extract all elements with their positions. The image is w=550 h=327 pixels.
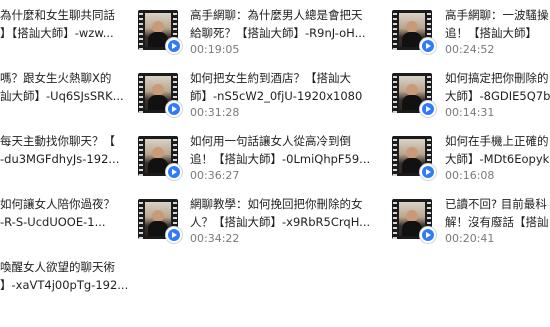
play-badge-icon [419,37,437,55]
file-info: 已讀不回? 目前最科 解！沒有廢話【搭訕 00:20:41 [445,195,549,247]
file-duration: 00:19:05 [190,43,240,56]
file-duration: 00:36:27 [190,169,240,182]
file-title-line1: 如何在手機上正確的 [445,134,549,148]
file-info: 如何用一句話讓女人從高冷到倒 追！【搭訕大師】-0LmiQhpF59... 00… [190,132,370,184]
file-title-line1: 為什麼和女生聊共同話 [0,8,115,22]
video-thumbnail [392,136,437,182]
play-badge-icon [419,100,437,118]
video-thumbnail [392,10,437,56]
video-file-item[interactable]: 為什麼和女生聊共同話 】【搭訕大師】-wzw... [0,6,135,64]
file-info: 喚醒女人欲望的聊天術 】-xaVT4j00pTg-192... [0,258,128,294]
video-thumbnail [138,73,183,119]
video-thumbnail [138,10,183,56]
file-title-line1: 高手網聊：為什麼男人總是會把天 [190,8,363,22]
video-file-item[interactable]: 網聊教學：如何挽回把你刪除的女 人？【搭訕大師】-x9RbR5CrqH... 0… [138,195,378,253]
file-title-line1: 每天主動找你聊天？【 [0,134,115,148]
file-info: 網聊教學：如何挽回把你刪除的女 人？【搭訕大師】-x9RbR5CrqH... 0… [190,195,370,247]
video-file-item[interactable]: 喚醒女人欲望的聊天術 】-xaVT4j00pTg-192... [0,258,135,316]
file-title-line2: -R-S-UcdUOOE-1... [0,215,106,229]
video-thumbnail [392,73,437,119]
video-file-item[interactable]: 已讀不回? 目前最科 解！沒有廢話【搭訕 00:20:41 [392,195,550,253]
file-info: 每天主動找你聊天？【 -du3MGFdhyJs-192... [0,132,119,168]
file-title-line1: 已讀不回? 目前最科 [445,197,547,211]
file-info: 高手網聊：一波騷操 追！【搭訕大師】 00:24:52 [445,6,549,58]
play-badge-icon [419,163,437,181]
file-info: 為什麼和女生聊共同話 】【搭訕大師】-wzw... [0,6,115,42]
file-title-line1: 如何搞定把你刪除的 [445,71,549,85]
video-file-item[interactable]: 如何搞定把你刪除的 大師】-8GDIE5Q7b 00:14:31 [392,69,550,127]
play-badge-icon [165,37,183,55]
file-title-line2: 】【搭訕大師】-wzw... [0,26,114,40]
video-file-item[interactable]: 每天主動找你聊天？【 -du3MGFdhyJs-192... [0,132,135,190]
file-title-line2: 人？【搭訕大師】-x9RbR5CrqH... [190,215,371,229]
video-thumbnail [392,199,437,245]
file-info: 如何在手機上正確的 大師】-MDt6Eopyk 00:16:08 [445,132,549,184]
video-file-item[interactable]: 高手網聊：一波騷操 追！【搭訕大師】 00:24:52 [392,6,550,64]
file-title-line1: 如何用一句話讓女人從高冷到倒 [190,134,351,148]
file-title-line2: 大師】-8GDIE5Q7b [445,89,550,103]
file-title-line2: 解！沒有廢話【搭訕 [445,215,549,229]
file-title-line2: 追！【搭訕大師】 [445,26,537,40]
file-title-line2: 】-xaVT4j00pTg-192... [0,278,129,292]
file-title-line2: 追！【搭訕大師】-0LmiQhpF59... [190,152,371,166]
file-title-line1: 網聊教學：如何挽回把你刪除的女 [190,197,363,211]
video-thumbnail [138,136,183,182]
file-info: 嗎？跟女生火熱聊X的 訕大師】-Uq6SJsSRK... [0,69,124,105]
play-badge-icon [165,100,183,118]
video-file-item[interactable]: 如何把女生約到酒店？【搭訕大 師】-nS5cW2_0fjU-1920x1080 … [138,69,378,127]
file-title-line1: 嗎？跟女生火熱聊X的 [0,71,112,85]
video-thumbnail [138,199,183,245]
play-badge-icon [419,226,437,244]
file-duration: 00:34:22 [190,232,240,245]
file-title-line2: 給聊死？【搭訕大師】-R9nJ-oH... [190,26,366,40]
video-file-item[interactable]: 如何讓女人陪你過夜？ -R-S-UcdUOOE-1... [0,195,135,253]
file-title-line1: 喚醒女人欲望的聊天術 [0,260,115,274]
file-title-line2: 大師】-MDt6Eopyk [445,152,550,166]
file-title-line2: -du3MGFdhyJs-192... [0,152,120,166]
file-title-line1: 如何把女生約到酒店？【搭訕大 [190,71,351,85]
video-file-item[interactable]: 高手網聊：為什麼男人總是會把天 給聊死？【搭訕大師】-R9nJ-oH... 00… [138,6,378,64]
file-title-line2: 訕大師】-Uq6SJsSRK... [0,89,124,103]
file-info: 如何讓女人陪你過夜？ -R-S-UcdUOOE-1... [0,195,115,231]
file-grid: 為什麼和女生聊共同話 】【搭訕大師】-wzw... 嗎？跟女生火熱聊X的 訕大師… [0,0,550,327]
file-duration: 00:16:08 [445,169,495,182]
video-file-item[interactable]: 嗎？跟女生火熱聊X的 訕大師】-Uq6SJsSRK... [0,69,135,127]
file-info: 高手網聊：為什麼男人總是會把天 給聊死？【搭訕大師】-R9nJ-oH... 00… [190,6,366,58]
play-badge-icon [165,163,183,181]
file-info: 如何把女生約到酒店？【搭訕大 師】-nS5cW2_0fjU-1920x1080 … [190,69,362,121]
file-duration: 00:14:31 [445,106,495,119]
file-title-line2: 師】-nS5cW2_0fjU-1920x1080 [190,89,363,103]
file-title-line1: 如何讓女人陪你過夜？ [0,197,115,211]
video-file-item[interactable]: 如何用一句話讓女人從高冷到倒 追！【搭訕大師】-0LmiQhpF59... 00… [138,132,378,190]
file-duration: 00:31:28 [190,106,240,119]
file-duration: 00:24:52 [445,43,495,56]
file-duration: 00:20:41 [445,232,495,245]
video-file-item[interactable]: 如何在手機上正確的 大師】-MDt6Eopyk 00:16:08 [392,132,550,190]
file-title-line1: 高手網聊：一波騷操 [445,8,549,22]
play-badge-icon [165,226,183,244]
file-info: 如何搞定把你刪除的 大師】-8GDIE5Q7b 00:14:31 [445,69,550,121]
